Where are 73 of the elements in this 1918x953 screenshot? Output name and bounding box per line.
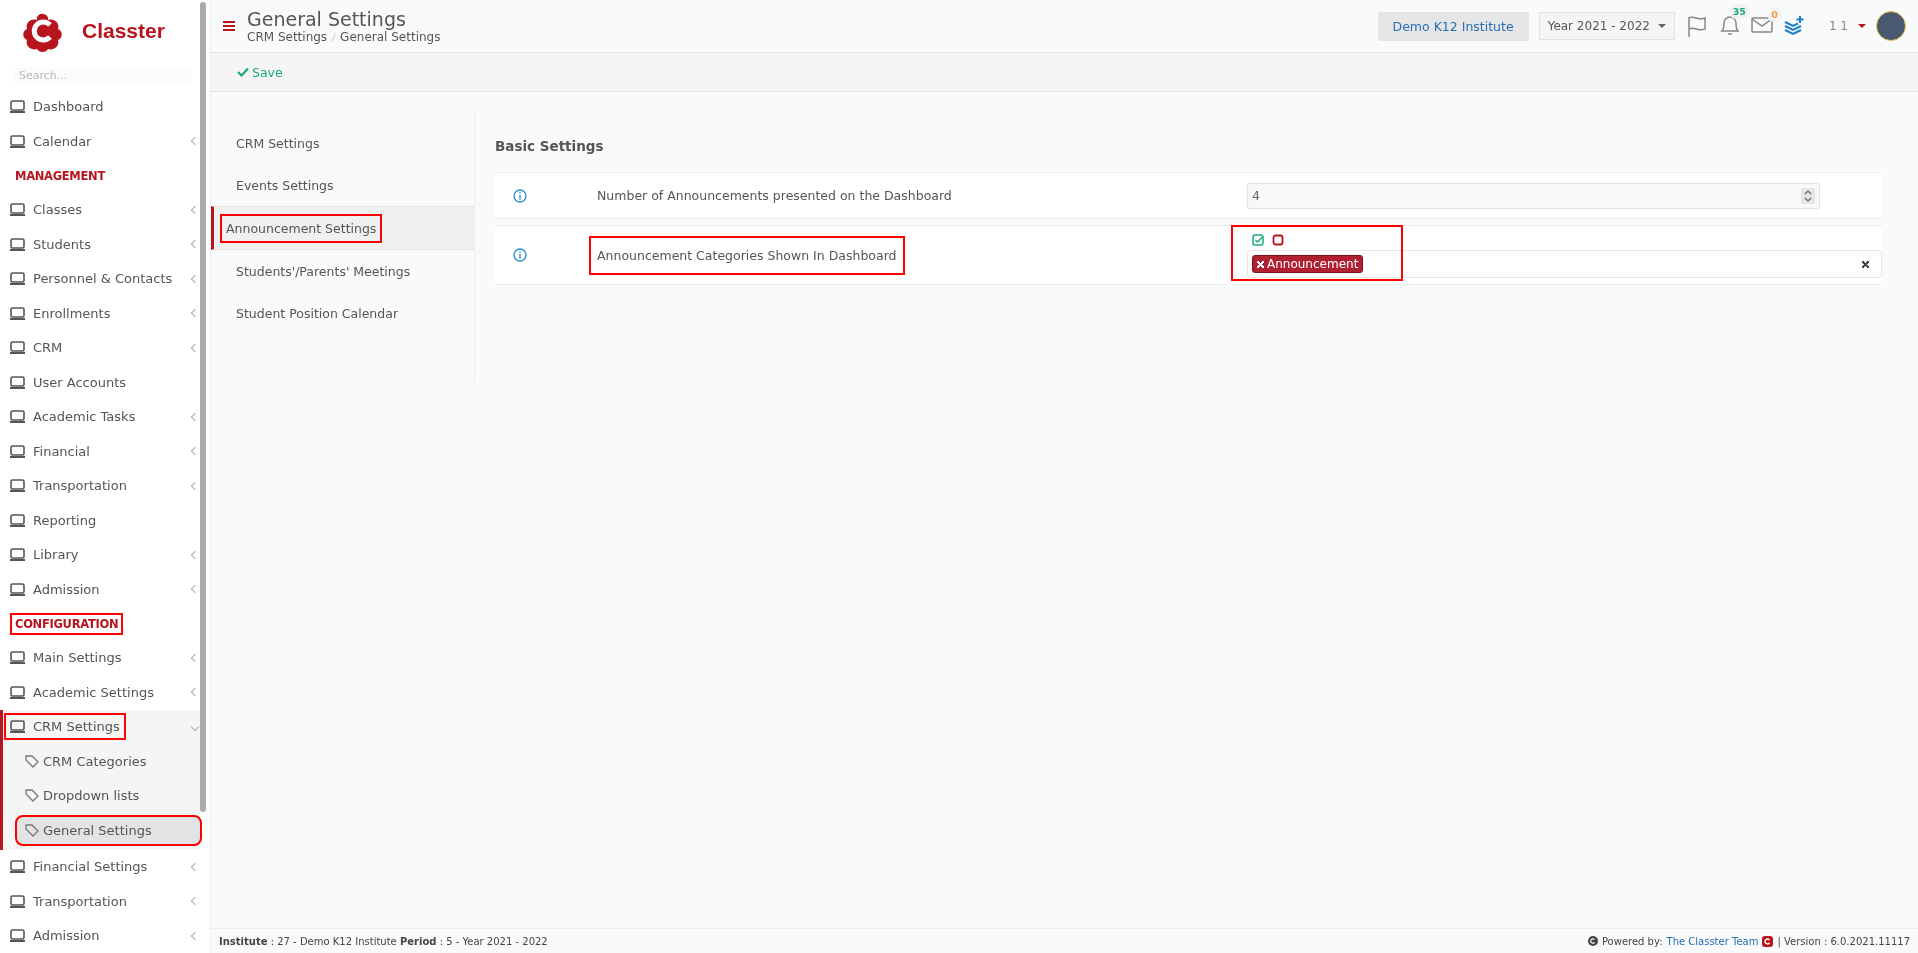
- section-title: Basic Settings: [495, 138, 605, 154]
- sidebar-item[interactable]: Main Settings: [6, 646, 126, 670]
- sidebar-item[interactable]: Calendar: [6, 129, 96, 153]
- logo-icon: [1762, 935, 1774, 947]
- settings-tab-label: CRM Settings: [235, 134, 321, 153]
- submenu-item[interactable]: Dropdown lists: [17, 782, 200, 810]
- tag-chip[interactable]: Announcement: [1252, 255, 1364, 273]
- sidebar-item[interactable]: Transportation: [6, 889, 131, 913]
- settings-tab-label: Events Settings: [235, 176, 335, 195]
- institute-button[interactable]: Demo K12 Institute: [1377, 11, 1529, 41]
- notification-count: 35: [1728, 3, 1750, 19]
- logo-text: Classter: [82, 19, 165, 43]
- team-link[interactable]: The Classter Team: [1666, 935, 1759, 947]
- page-title: General Settings: [247, 8, 406, 30]
- message-count: 0: [1767, 6, 1782, 22]
- layers-plus-icon[interactable]: [1782, 15, 1805, 37]
- sidebar-item[interactable]: Students: [6, 232, 95, 256]
- settings-tab[interactable]: Students'/Parents' Meetings: [211, 250, 474, 292]
- avatar[interactable]: [1876, 11, 1906, 41]
- settings-tab[interactable]: Announcement Settings: [211, 206, 474, 250]
- sidebar-item[interactable]: Admission: [6, 577, 104, 601]
- section-heading: MANAGEMENT: [14, 167, 107, 185]
- settings-tab[interactable]: Events Settings: [211, 164, 474, 206]
- sidebar-item[interactable]: Financial: [6, 439, 94, 463]
- sidebar-item[interactable]: Enrollments: [6, 301, 115, 325]
- number-field[interactable]: 4: [1247, 182, 1820, 209]
- year-dropdown[interactable]: Year 2021 - 2022: [1538, 12, 1675, 40]
- tag-icon: [25, 823, 39, 837]
- info-icon[interactable]: [513, 188, 527, 203]
- sidebar-item[interactable]: Personnel & Contacts: [6, 267, 177, 291]
- caret-icon[interactable]: [1858, 24, 1866, 28]
- sidebar-item[interactable]: Dashboard: [6, 95, 108, 119]
- setting-label: Number of Announcements presented on the Dashboard: [596, 187, 953, 205]
- tag-icon: [25, 754, 39, 768]
- sidebar-item[interactable]: Reporting: [6, 508, 101, 532]
- select-all-icon[interactable]: [1252, 234, 1264, 246]
- settings-tab-label: Announcement Settings: [222, 215, 381, 241]
- setting-label: Announcement Categories Shown In Dashboard: [591, 237, 903, 273]
- breadcrumb-link[interactable]: General Settings: [340, 30, 441, 44]
- sidebar-item[interactable]: CRM: [6, 336, 67, 360]
- sidebar-item[interactable]: Academic Tasks: [6, 405, 140, 429]
- field-value: 4: [1252, 188, 1260, 203]
- sidebar-item[interactable]: Financial Settings: [6, 855, 152, 879]
- sidebar-item[interactable]: Transportation: [6, 474, 131, 498]
- footer-info: Institute : 27 - Demo K12 Institute Period : 5 - Year 2021 - 2022: [219, 935, 548, 947]
- envelope-icon[interactable]: [1750, 15, 1773, 34]
- search-field[interactable]: Search...: [14, 68, 192, 84]
- sidebar-item[interactable]: Admission: [6, 924, 104, 948]
- remove-icon[interactable]: [1257, 260, 1264, 268]
- settings-tab-label: Students'/Parents' Meetings: [235, 262, 412, 281]
- tag-select-field[interactable]: Announcement: [1247, 250, 1882, 278]
- info-icon[interactable]: [513, 248, 527, 262]
- section-heading: CONFIGURATION: [12, 614, 122, 633]
- submenu-item[interactable]: General Settings: [17, 816, 200, 844]
- tag-icon: [25, 789, 39, 803]
- sidebar-item[interactable]: Classes: [6, 198, 86, 222]
- spinner-icon[interactable]: [1801, 187, 1815, 204]
- sidebar-item[interactable]: User Accounts: [6, 370, 131, 394]
- clear-icon[interactable]: [1862, 260, 1869, 268]
- breadcrumb-link[interactable]: CRM Settings: [247, 30, 328, 44]
- check-icon: [237, 67, 249, 77]
- powered-by-text: Powered by:: [1601, 935, 1663, 947]
- submenu-item[interactable]: CRM Categories: [17, 747, 200, 775]
- sidebar-item[interactable]: Academic Settings: [6, 680, 158, 704]
- settings-tab-label: Student Position Calendar: [235, 304, 400, 323]
- user-name[interactable]: 1 1: [1828, 19, 1848, 33]
- scrollbar[interactable]: [200, 2, 206, 812]
- settings-tab[interactable]: CRM Settings: [211, 122, 474, 164]
- copyright-icon: [1587, 936, 1598, 946]
- deselect-all-icon[interactable]: [1272, 234, 1284, 246]
- sidebar-item[interactable]: Library: [6, 543, 83, 567]
- settings-tab[interactable]: Student Position Calendar: [211, 292, 474, 334]
- version-text: | Version : 6.0.2021.11117: [1777, 935, 1910, 947]
